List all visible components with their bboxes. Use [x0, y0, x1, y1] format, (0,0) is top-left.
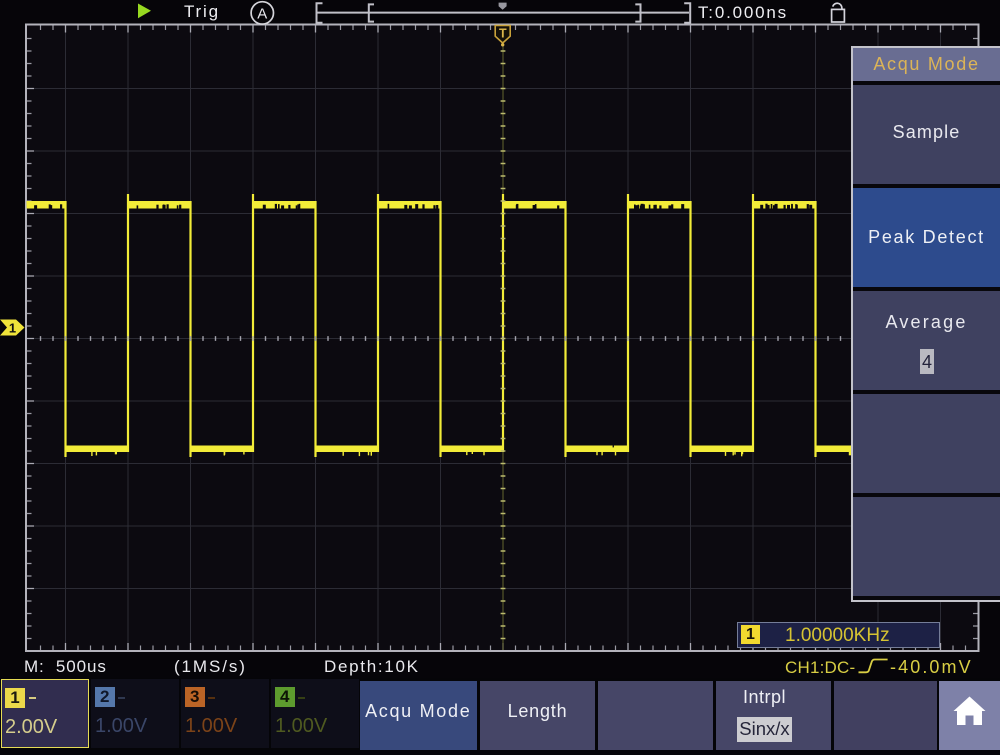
svg-text:1: 1	[9, 321, 16, 336]
svg-text:T: T	[499, 27, 507, 41]
svg-text:A: A	[257, 5, 267, 22]
